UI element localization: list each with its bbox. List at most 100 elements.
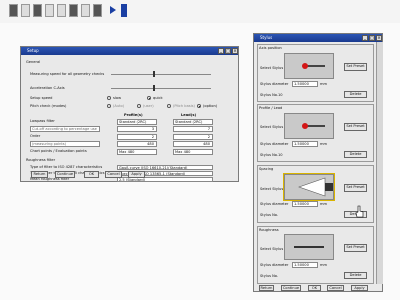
setup-return-button[interactable]: Return [31,171,48,178]
gear-icon[interactable] [57,4,66,17]
setup-speed-label: Setup speed [30,96,53,100]
window-icon[interactable] [9,4,18,17]
camera-icon[interactable] [93,4,102,17]
roughness-diameter-field[interactable]: 1.50000 [292,262,318,268]
measuring-speed-slider[interactable] [111,74,211,75]
cutoff-select[interactable]: Cut-off according to percentage use [30,126,100,132]
setup-cancel-button[interactable]: Cancel [105,171,122,178]
acceleration-thumb[interactable] [153,85,155,91]
roughness-diameter-label: Stylus diameter [260,263,289,267]
mode-d-radio[interactable] [197,104,201,108]
edit-icon[interactable] [45,4,54,17]
lowpass-filter-label: Lowpass filter [30,119,55,123]
axis-select-stylus-label: Select Stylus [260,66,284,70]
lead-column-label: Lead(s) [181,113,197,117]
profile-delete-button[interactable]: Delete [344,151,367,158]
stylus-apply-button[interactable]: Apply [351,285,368,291]
stylus-continue-button[interactable]: Continue [281,285,301,291]
profile-diameter-label: Stylus diameter [260,142,289,146]
mode-a-radio[interactable] [107,104,111,108]
open-icon[interactable] [21,4,30,17]
stylus-scrollbar[interactable] [376,42,383,284]
speed-quick-label: quick [153,96,163,100]
setup-titlebar: Setup [21,47,238,55]
profile-column-label: Profile(s) [124,113,143,117]
speed-quick-radio[interactable] [147,96,151,100]
profile-select-stylus-label: Select Stylus [260,125,284,129]
roughness-select-stylus-label: Select Stylus [260,247,284,251]
axis-stylus-shaft [307,65,325,67]
minimize-button[interactable]: _ [218,48,224,54]
profile-set-preset-button[interactable]: Set Preset [344,123,367,131]
close-button[interactable]: × [232,48,238,54]
measuring-speed-thumb[interactable] [153,71,155,77]
points-profile-field[interactable]: 480 [117,141,157,147]
lead-filter-select[interactable]: Standard (2RC) [173,119,213,125]
mode-a-label: (Auto) [113,104,125,108]
roughness-delete-button[interactable]: Delete [344,272,367,279]
mode-b-radio[interactable] [137,104,141,108]
stylus-maximize-button[interactable]: □ [369,35,375,41]
profile-stylus-shaft [307,125,325,127]
acceleration-label: Acceleration C-Axis [30,86,65,90]
spacing-set-preset-button[interactable]: Set Preset [344,184,367,192]
profile-filter-select[interactable]: Standard (2RC) [117,119,157,125]
spacing-unit-label: mm [320,202,328,206]
speed-slow-label: slow [113,96,122,100]
profile-stylus-ball-icon [302,123,308,129]
roughness-set-preset-button[interactable]: Set Preset [344,244,367,252]
probe-icon[interactable] [69,4,78,17]
pitch-check-label: Pitch check (modes) [30,104,67,108]
axis-diameter-field[interactable]: 1.50000 [292,81,318,87]
roughness-stylus-no-label: Stylus No. [260,274,279,278]
step-icon[interactable] [121,4,127,17]
maximize-button[interactable]: □ [225,48,231,54]
roughness-label: Roughness [259,228,279,232]
stylus-close-button[interactable]: × [376,35,382,41]
axis-stylus-no-value: 10 [278,93,283,97]
spacing-diameter-field[interactable]: 1.50000 [292,201,318,207]
roughness-unit-label: mm [320,263,328,267]
cutoff-lead-field[interactable]: 7 [173,126,213,132]
mode-c-radio[interactable] [167,104,171,108]
stylus-title: Stylus [260,35,273,40]
save-icon[interactable] [33,4,42,17]
profile-lead-label: Profile / Lead [259,106,283,110]
play-icon[interactable] [110,6,116,14]
profile-unit-label: mm [320,142,328,146]
mode-b-label: (user) [143,104,154,108]
axis-delete-button[interactable]: Delete [344,91,367,98]
print-icon[interactable] [81,4,90,17]
spacing-selection-highlight [283,173,335,201]
stylus-return-button[interactable]: Return [259,285,274,291]
mode-d-label: (option) [203,104,218,108]
axis-set-preset-button[interactable]: Set Preset [344,63,367,71]
setup-ok-button[interactable]: OK [84,171,99,178]
general-label: General [26,60,41,64]
cutoff-profile-field[interactable]: 3 [117,126,157,132]
axis-stylus-no-label: Stylus No. [260,93,279,97]
measuring-points-select[interactable]: (measuring points) [30,141,100,147]
stylus-cancel-button[interactable]: Cancel [327,285,344,291]
speed-slow-radio[interactable] [107,96,111,100]
spacing-select-stylus-label: Select Stylus [260,187,284,191]
stylus-ok-button[interactable]: OK [308,285,321,291]
order-profile-field[interactable]: 2 [117,134,157,140]
measuring-speed-label: Measuring speed for all geometry checks [30,72,105,76]
order-lead-field[interactable]: 2 [173,134,213,140]
setup-apply-button[interactable]: Apply [128,171,145,178]
acceleration-slider[interactable] [111,88,211,89]
points-lead-field[interactable]: 480 [173,141,213,147]
cursor-hand-icon [355,205,364,218]
profile-stylus-no-label: Stylus No. [260,153,279,157]
roughness-filter-label: Roughness filter [26,158,56,162]
profile-diameter-field[interactable]: 1.50000 [292,141,318,147]
stylus-minimize-button[interactable]: _ [362,35,368,41]
axis-stylus-ball-icon [302,63,308,69]
profile-stylus-no-value: 10 [278,153,283,157]
type-4287-select[interactable]: Gauß curve (ISO 16610-21)(Standard) [117,165,213,170]
type-4287-label: Type of filter to ISO 4287 characteristi… [30,165,103,169]
chart-lead-select[interactable]: Max 480 [173,149,213,155]
chart-profile-select[interactable]: Max 480 [117,149,157,155]
setup-continue-button[interactable]: Continue [55,171,75,178]
